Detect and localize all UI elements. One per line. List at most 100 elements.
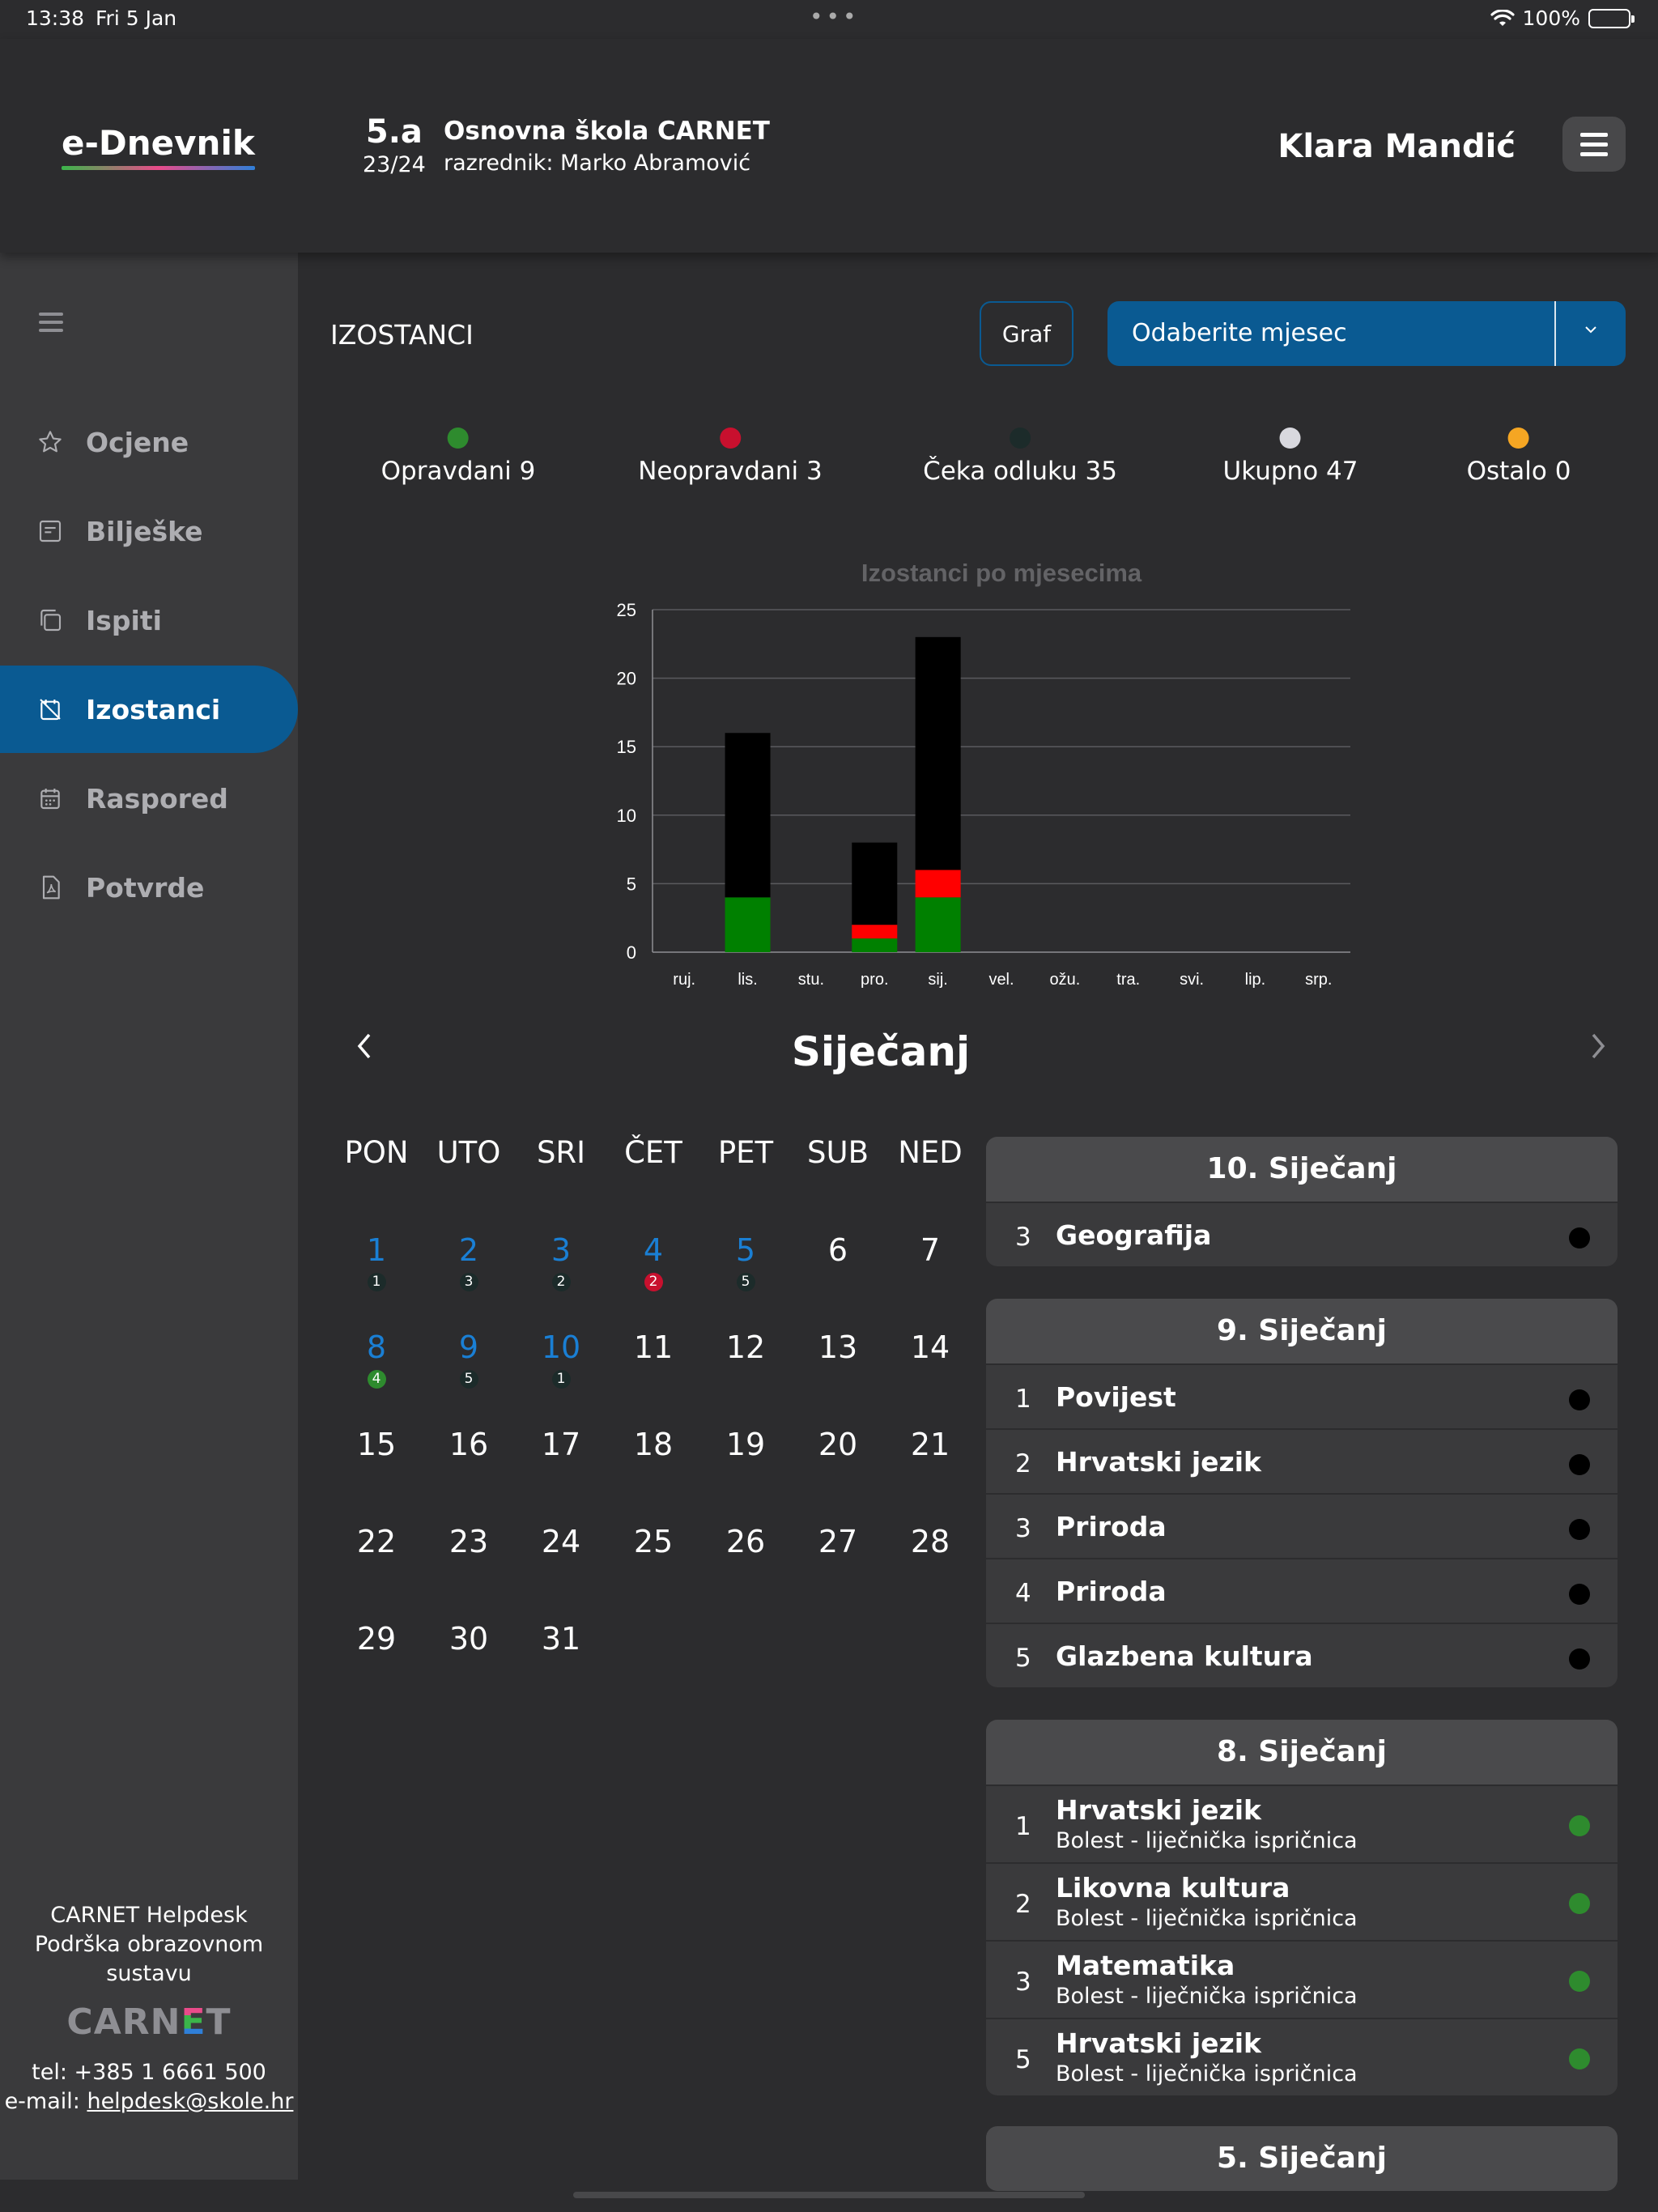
absence-row[interactable]: 2 Hrvatski jezik bbox=[986, 1428, 1618, 1493]
class-info: 5.a 23/24 bbox=[363, 113, 426, 177]
status-date: Fri 5 Jan bbox=[96, 6, 177, 30]
class-teacher: razrednik: Marko Abramović bbox=[444, 151, 751, 176]
calendar-day[interactable]: 31 bbox=[515, 1621, 607, 1657]
calendar-day[interactable]: 20 bbox=[792, 1427, 884, 1462]
absence-row[interactable]: 1 Hrvatski jezik Bolest - liječnička isp… bbox=[986, 1784, 1618, 1862]
calendar-day[interactable]: 22 bbox=[330, 1524, 423, 1559]
calendar-day[interactable]: 11 bbox=[330, 1232, 423, 1291]
menu-button[interactable] bbox=[1562, 117, 1626, 172]
absence-subject: Glazbena kultura bbox=[1056, 1640, 1313, 1672]
month-select[interactable]: Odaberite mjesec bbox=[1107, 301, 1626, 366]
absence-row[interactable]: 1 Povijest bbox=[986, 1363, 1618, 1428]
calendar-day[interactable]: 14 bbox=[884, 1329, 976, 1365]
helpdesk-email-label: e-mail: bbox=[4, 2089, 87, 2114]
absence-row[interactable]: 5 Hrvatski jezik Bolest - liječnička isp… bbox=[986, 2018, 1618, 2095]
sidebar-item-label: Ocjene bbox=[86, 426, 189, 458]
calendar-day[interactable]: 13 bbox=[792, 1329, 884, 1365]
sidebar-item-ocjene[interactable]: Ocjene bbox=[0, 398, 298, 486]
sidebar-item-ispiti[interactable]: Ispiti bbox=[0, 576, 298, 664]
absence-row[interactable]: 3 Priroda bbox=[986, 1493, 1618, 1558]
calendar-day[interactable]: 23 bbox=[423, 1524, 515, 1559]
calendar-day[interactable]: 11 bbox=[607, 1329, 699, 1365]
absence-row[interactable]: 2 Likovna kultura Bolest - liječnička is… bbox=[986, 1862, 1618, 1940]
calendar-day-number: 13 bbox=[818, 1329, 858, 1365]
next-month-icon[interactable] bbox=[1585, 1030, 1609, 1062]
absence-count-badge: 1 bbox=[551, 1370, 571, 1389]
calendar-day[interactable]: 26 bbox=[699, 1524, 792, 1559]
calendar-weekdays: PON UTO SRI ČET PET SUB NED bbox=[330, 1135, 976, 1170]
helpdesk-phone: tel: +385 1 6661 500 bbox=[32, 2060, 266, 2085]
legend-label: Ukupno 47 bbox=[1222, 457, 1358, 486]
calendar-day[interactable]: 19 bbox=[699, 1427, 792, 1462]
absence-row[interactable]: 5 Glazbena kultura bbox=[986, 1623, 1618, 1687]
calendar-day[interactable]: 32 bbox=[515, 1232, 607, 1291]
sidebar-item-potvrde[interactable]: Potvrde bbox=[0, 844, 298, 931]
calendar-day-number: 14 bbox=[910, 1329, 950, 1365]
page-title: IZOSTANCI bbox=[330, 319, 474, 351]
sidebar-item-biljeske[interactable]: Bilješke bbox=[0, 487, 298, 575]
y-tick-label: 0 bbox=[627, 942, 636, 963]
x-tick-label: ruj. bbox=[673, 971, 695, 989]
calendar-day-number: 30 bbox=[449, 1621, 489, 1657]
calendar-day[interactable]: 16 bbox=[423, 1427, 515, 1462]
calendar-day[interactable]: 28 bbox=[884, 1524, 976, 1559]
multitasking-dots-icon[interactable]: ••• bbox=[810, 3, 860, 30]
calendar-day[interactable]: 10 1 bbox=[515, 1329, 607, 1389]
status-right: 100% bbox=[1490, 6, 1635, 30]
school-name: Osnovna škola CARNET bbox=[444, 117, 770, 146]
calendar-day[interactable]: 23 bbox=[423, 1232, 515, 1291]
absence-row[interactable]: 4 Priroda bbox=[986, 1558, 1618, 1623]
absence-row[interactable]: 3 Geografija bbox=[986, 1202, 1618, 1266]
calendar-day[interactable]: 42 bbox=[607, 1232, 699, 1291]
legend-label: Opravdani 9 bbox=[380, 457, 536, 486]
calendar-day[interactable]: 6 bbox=[792, 1232, 884, 1268]
y-tick-label: 20 bbox=[617, 669, 636, 689]
calendar-day-number: 12 bbox=[725, 1329, 766, 1365]
sidebar-item-label: Raspored bbox=[86, 782, 228, 815]
sidebar-toggle-icon[interactable] bbox=[39, 313, 63, 332]
calendar-day[interactable]: 15 bbox=[330, 1427, 423, 1462]
graf-button[interactable]: Graf bbox=[980, 301, 1073, 366]
calendar-day-number: 18 bbox=[633, 1427, 674, 1462]
calendar-day[interactable]: 27 bbox=[792, 1524, 884, 1559]
weekday-label: UTO bbox=[436, 1135, 501, 1170]
x-tick-label: ožu. bbox=[1049, 971, 1080, 989]
weekday-label: PON bbox=[344, 1135, 409, 1170]
copy-icon bbox=[36, 606, 65, 635]
helpdesk-email-link[interactable]: helpdesk@skole.hr bbox=[87, 2089, 293, 2114]
sidebar-item-izostanci[interactable]: Izostanci bbox=[0, 666, 298, 753]
absence-row[interactable]: 3 Matematika Bolest - liječnička ispričn… bbox=[986, 1940, 1618, 2018]
chart-title: Izostanci po mjesecima bbox=[861, 559, 1142, 587]
calendar-day[interactable]: 18 bbox=[607, 1427, 699, 1462]
calendar-day[interactable]: 30 bbox=[423, 1621, 515, 1657]
calendar-day[interactable]: 17 bbox=[515, 1427, 607, 1462]
chart-bar bbox=[852, 842, 898, 925]
calendar-day[interactable]: 29 bbox=[330, 1621, 423, 1657]
calendar-day[interactable]: 12 bbox=[699, 1329, 792, 1365]
absence-period: 2 bbox=[1015, 1449, 1031, 1478]
home-indicator[interactable] bbox=[573, 2192, 1085, 2198]
absence-period: 5 bbox=[1015, 2045, 1031, 2074]
calendar-day-number: 19 bbox=[725, 1427, 766, 1462]
sidebar-item-raspored[interactable]: Raspored bbox=[0, 755, 298, 842]
x-tick-label: stu. bbox=[798, 971, 824, 989]
status-dot bbox=[1569, 1454, 1590, 1475]
calendar-day[interactable]: 21 bbox=[884, 1427, 976, 1462]
calendar-month-title: Siječanj bbox=[791, 1028, 971, 1075]
status-time: 13:38 bbox=[26, 6, 85, 30]
chart-bar bbox=[915, 897, 961, 952]
calendar-day[interactable]: 84 bbox=[330, 1329, 423, 1389]
calendar-day-number: 6 bbox=[827, 1232, 848, 1268]
status-dot bbox=[1569, 1584, 1590, 1605]
logo-text: e-Dnevnik bbox=[62, 123, 255, 163]
calendar-day[interactable]: 24 bbox=[515, 1524, 607, 1559]
calendar-day[interactable]: 7 bbox=[884, 1232, 976, 1268]
user-name[interactable]: Klara Mandić bbox=[1278, 128, 1516, 165]
pdf-icon bbox=[36, 873, 65, 902]
calendar-day[interactable]: 95 bbox=[423, 1329, 515, 1389]
calendar-day-number: 7 bbox=[920, 1232, 941, 1268]
calendar-day[interactable]: 25 bbox=[607, 1524, 699, 1559]
status-bar: 13:38 Fri 5 Jan ••• 100% bbox=[0, 0, 1658, 39]
calendar-day[interactable]: 55 bbox=[699, 1232, 792, 1291]
logo[interactable]: e-Dnevnik bbox=[62, 123, 255, 170]
